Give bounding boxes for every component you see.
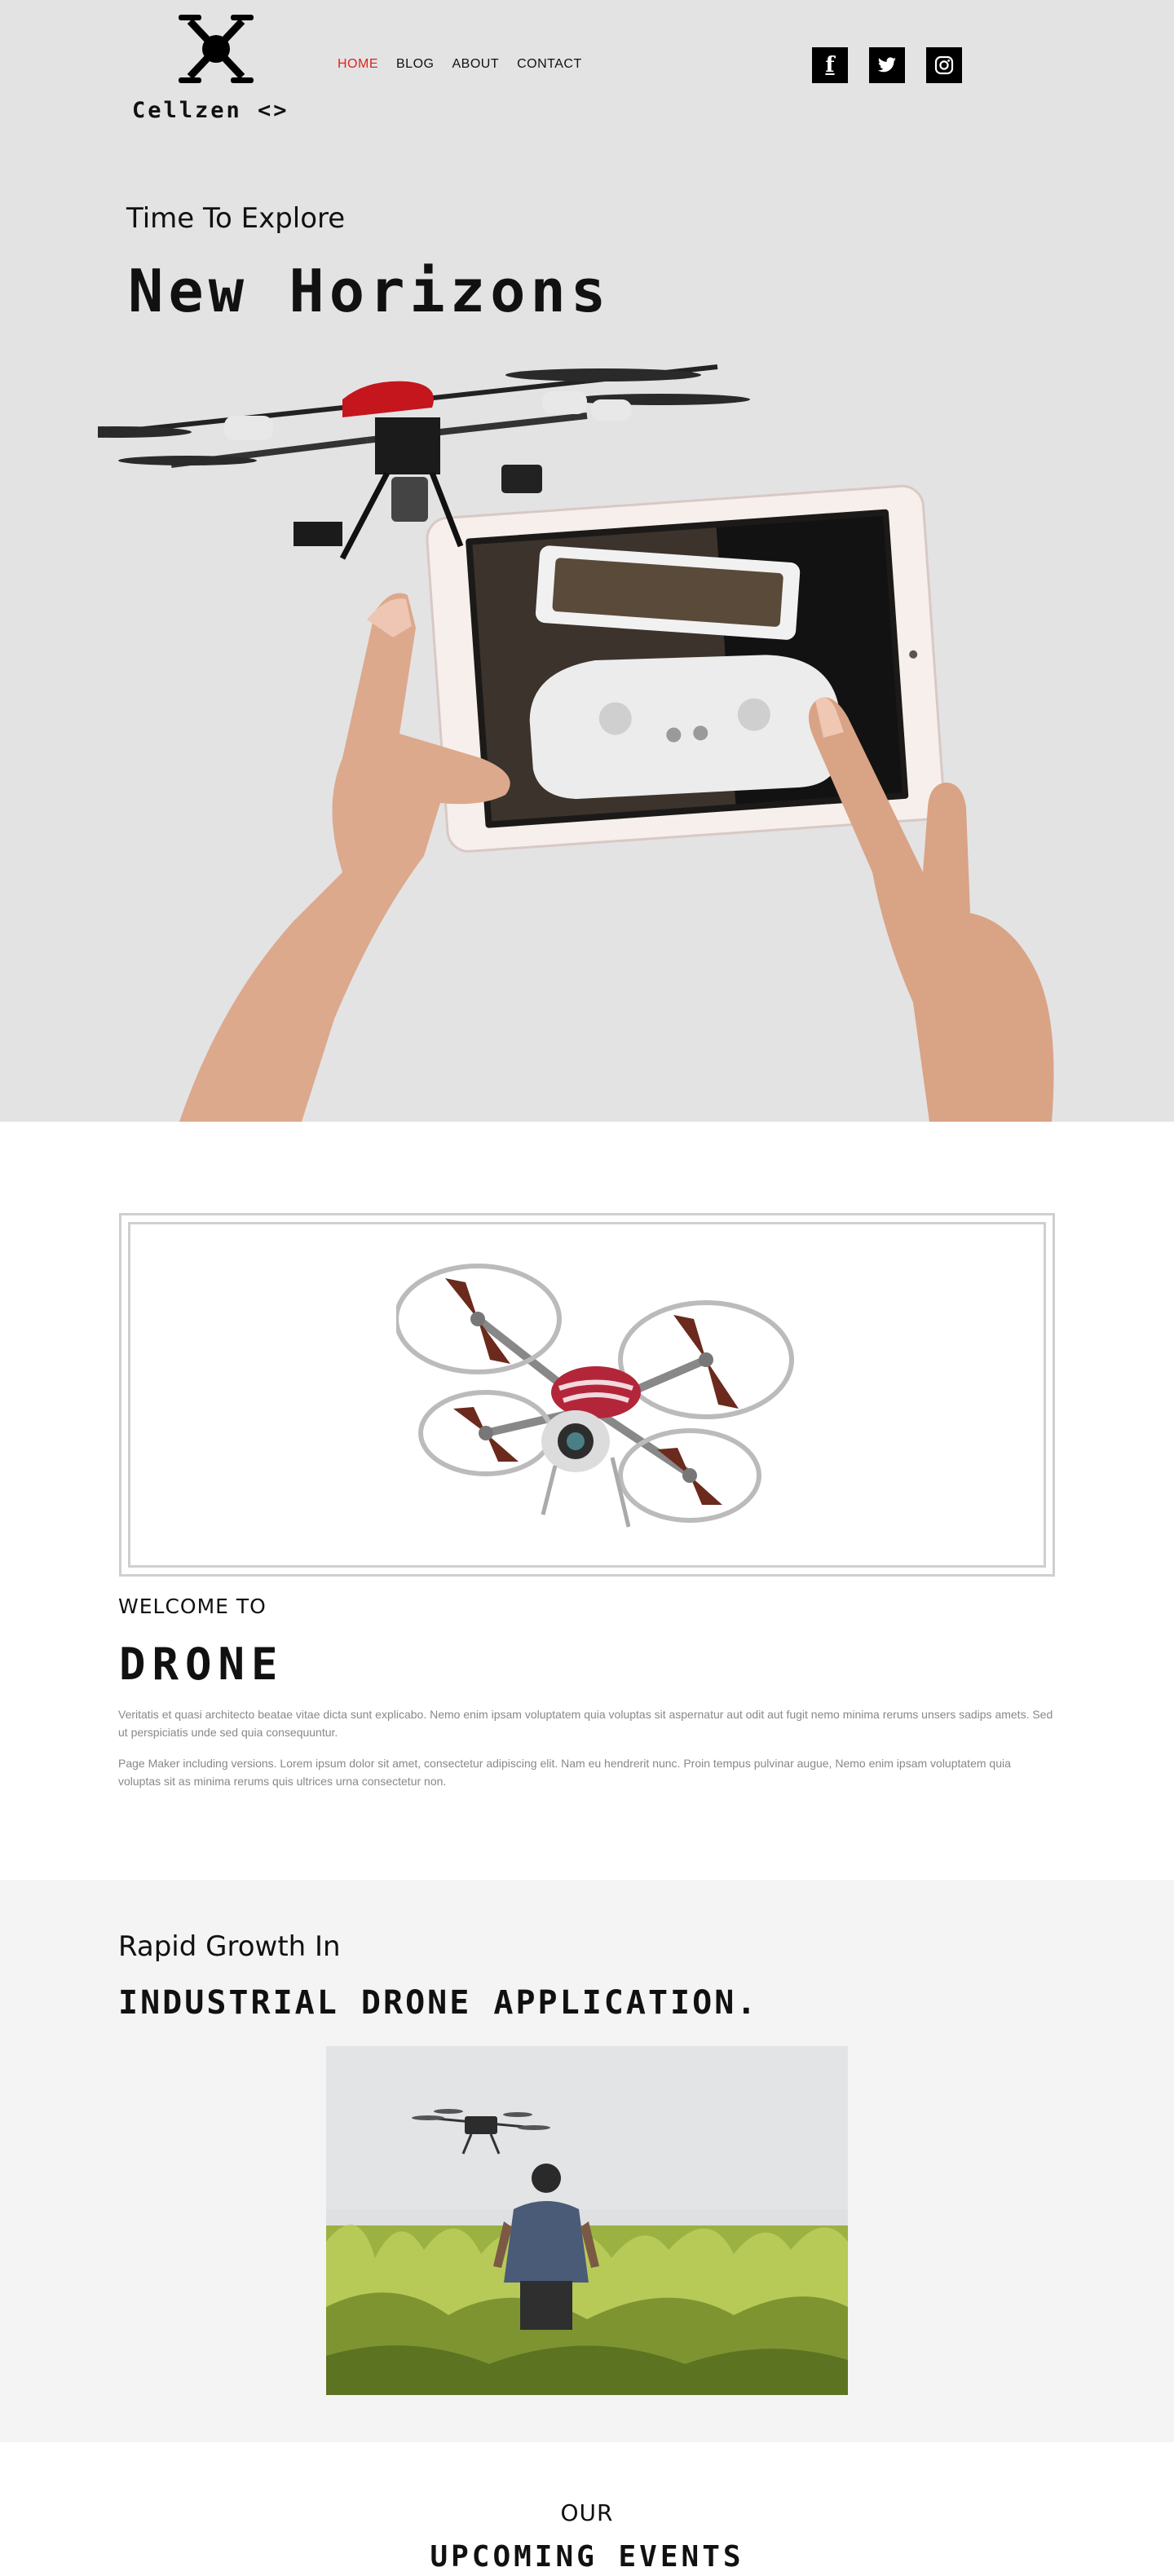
facebook-glyph: f xyxy=(825,53,835,77)
growth-title: INDUSTRIAL DRONE APPLICATION. xyxy=(118,1984,759,2022)
man-in-field-with-drone-photo xyxy=(326,2046,848,2395)
twitter-icon[interactable] xyxy=(869,47,905,83)
events-kicker: OUR xyxy=(560,2499,614,2526)
nav-home[interactable]: HOME xyxy=(338,57,378,72)
industrial-section: Rapid Growth In INDUSTRIAL DRONE APPLICA… xyxy=(0,1880,1174,2442)
brand-name: Cellzen <> xyxy=(132,98,289,123)
instagram-glyph-icon xyxy=(934,55,954,75)
nav-about[interactable]: ABOUT xyxy=(452,57,499,72)
welcome-title: DRONE xyxy=(119,1639,285,1690)
hero-title: New Horizons xyxy=(128,257,611,325)
instagram-icon[interactable] xyxy=(926,47,962,83)
hero-kicker: Time To Explore xyxy=(126,202,346,235)
brand-logo[interactable]: Cellzen <> xyxy=(130,7,302,125)
field-drone-photo xyxy=(326,2046,848,2395)
nav-contact[interactable]: CONTACT xyxy=(517,57,582,72)
social-links: f xyxy=(812,47,962,83)
nav-blog[interactable]: BLOG xyxy=(396,57,434,72)
hands-holding-tablet-with-drone-image xyxy=(98,364,1054,1122)
twitter-bird-icon xyxy=(877,57,896,73)
hero-section: Cellzen <> HOME BLOG ABOUT CONTACT f Tim… xyxy=(0,0,1174,1122)
growth-kicker: Rapid Growth In xyxy=(118,1930,341,1963)
welcome-paragraph-2: Page Maker including versions. Lorem ips… xyxy=(118,1757,1011,1788)
drone-logo-icon xyxy=(179,15,254,83)
welcome-kicker: WELCOME TO xyxy=(118,1595,267,1618)
events-title: UPCOMING EVENTS xyxy=(430,2540,744,2574)
welcome-paragraph-1: Veritatis et quasi architecto beatae vit… xyxy=(118,1708,1053,1739)
quadcopter-drone-image xyxy=(396,1264,794,1528)
main-nav: HOME BLOG ABOUT CONTACT xyxy=(338,57,582,72)
facebook-icon[interactable]: f xyxy=(812,47,848,83)
drone-image-frame-inner xyxy=(128,1222,1046,1568)
drone-image-frame xyxy=(119,1213,1055,1577)
